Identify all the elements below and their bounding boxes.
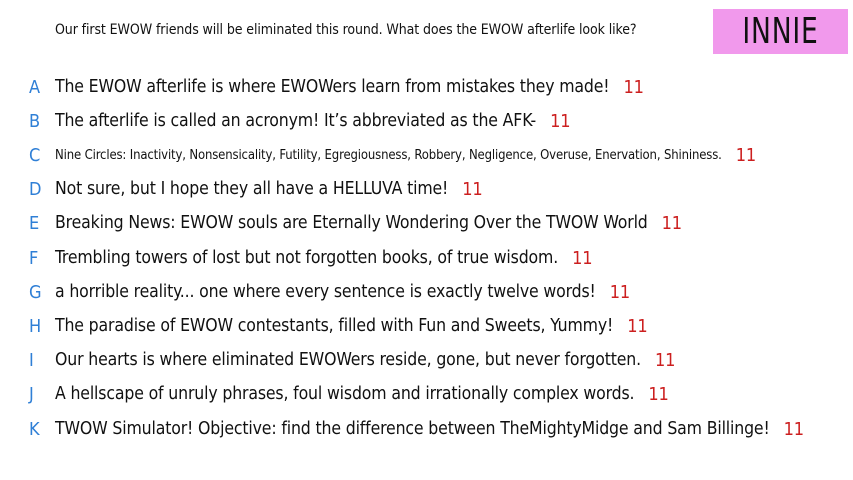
response-count: 11 (462, 178, 483, 200)
response-text: Nine Circles: Inactivity, Nonsensicality… (55, 145, 756, 166)
response-body: Breaking News: EWOW souls are Eternally … (55, 213, 648, 233)
response-text: The afterlife is called an acronym! It’s… (55, 110, 571, 132)
response-text: a horrible reality... one where every se… (55, 282, 630, 303)
response-text: Our hearts is where eliminated EWOWers r… (55, 350, 675, 371)
voting-screen: Our first EWOW friends will be eliminate… (0, 0, 853, 480)
response-text: A hellscape of unruly phrases, foul wisd… (55, 384, 669, 405)
response-body: The paradise of EWOW contestants, filled… (55, 316, 614, 336)
response-text: Trembling towers of lost but not forgott… (55, 247, 593, 269)
response-count: 11 (661, 212, 682, 234)
response-letter: E (29, 212, 40, 234)
response-count: 11 (654, 349, 676, 371)
response-letter: J (29, 383, 34, 405)
response-text: TWOW Simulator! Objective: find the diff… (55, 419, 804, 440)
response-text: Not sure, but I hope they all have a HEL… (55, 179, 483, 200)
response-letter: A (29, 76, 41, 98)
response-letter: F (29, 247, 39, 269)
response-letter: I (29, 349, 34, 371)
response-body: A hellscape of unruly phrases, foul wisd… (55, 384, 635, 404)
response-body: The EWOW afterlife is where EWOWers lear… (55, 77, 610, 97)
response-body: a horrible reality... one where every se… (55, 282, 596, 302)
response-body: Not sure, but I hope they all have a HEL… (55, 179, 449, 199)
response-body: TWOW Simulator! Objective: find the diff… (55, 419, 770, 439)
response-letter: K (29, 418, 40, 440)
response-letter: G (29, 281, 42, 303)
response-count: 11 (623, 76, 644, 98)
response-text: The EWOW afterlife is where EWOWers lear… (55, 77, 644, 98)
response-letter: C (29, 144, 41, 166)
response-count: 11 (550, 110, 571, 132)
response-list: A The EWOW afterlife is where EWOWers le… (0, 0, 853, 480)
response-text: The paradise of EWOW contestants, filled… (55, 316, 648, 337)
response-body: Trembling towers of lost but not forgott… (55, 248, 559, 268)
response-body: Our hearts is where eliminated EWOWers r… (55, 350, 641, 370)
response-count: 11 (735, 144, 757, 166)
response-text: Breaking News: EWOW souls are Eternally … (55, 213, 682, 234)
response-count: 11 (609, 281, 631, 303)
response-body: Nine Circles: Inactivity, Nonsensicality… (55, 147, 722, 163)
response-body: The afterlife is called an acronym! It’s… (55, 111, 537, 131)
response-letter: D (29, 178, 42, 200)
response-letter: H (29, 315, 42, 337)
response-count: 11 (572, 247, 593, 269)
response-count: 11 (783, 418, 804, 440)
response-letter: B (29, 110, 41, 132)
response-count: 11 (648, 383, 669, 405)
response-count: 11 (627, 315, 648, 337)
